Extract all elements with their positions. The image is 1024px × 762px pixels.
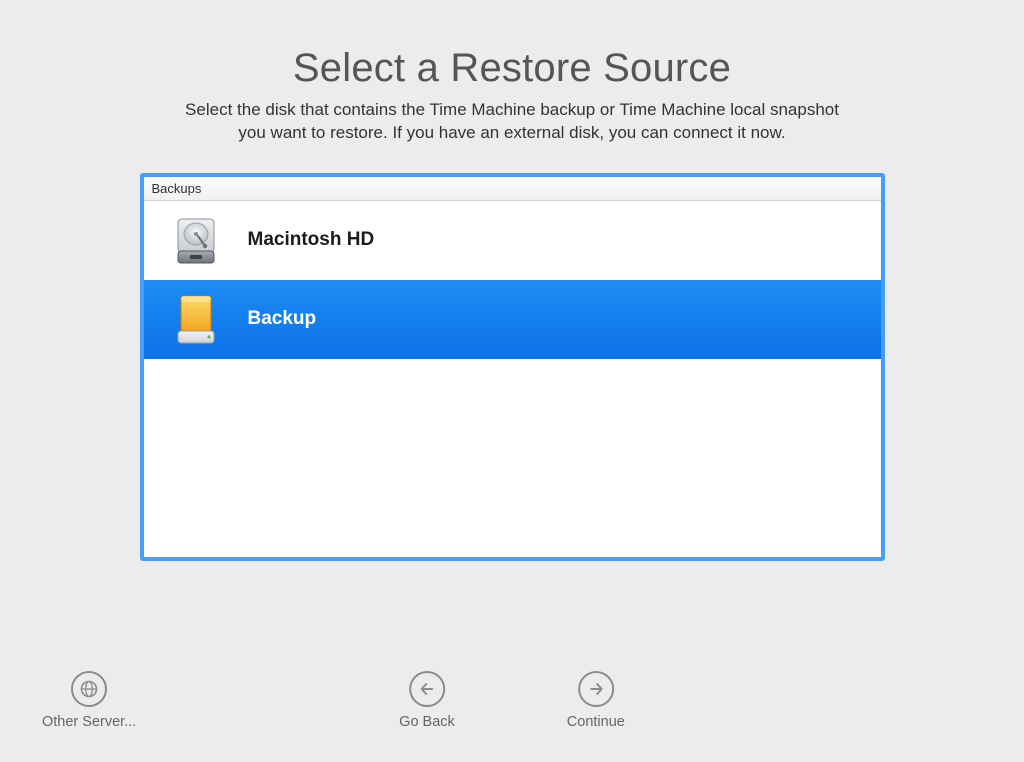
backups-listbox: Backups (140, 173, 885, 561)
restore-source-window: Select a Restore Source Select the disk … (0, 0, 1024, 762)
backup-row-label: Macintosh HD (248, 229, 375, 251)
continue-label: Continue (567, 714, 625, 730)
go-back-button[interactable]: Go Back (399, 671, 455, 730)
page-title: Select a Restore Source (293, 46, 731, 91)
arrow-left-icon (409, 671, 445, 707)
footer-actions: Other Server... Go Back (0, 671, 1024, 730)
continue-button[interactable]: Continue (567, 671, 625, 730)
other-server-button[interactable]: Other Server... (42, 671, 136, 730)
subtitle-line-2: you want to restore. If you have an exte… (238, 123, 785, 142)
go-back-label: Go Back (399, 714, 455, 730)
listbox-column-header[interactable]: Backups (144, 177, 881, 201)
network-server-icon (71, 671, 107, 707)
page-subtitle: Select the disk that contains the Time M… (185, 99, 839, 145)
subtitle-line-1: Select the disk that contains the Time M… (185, 100, 839, 119)
other-server-label: Other Server... (42, 714, 136, 730)
backup-row-backup[interactable]: Backup (144, 280, 881, 359)
arrow-right-icon (578, 671, 614, 707)
backup-row-label: Backup (248, 308, 317, 330)
backup-row-macintosh-hd[interactable]: Macintosh HD (144, 201, 881, 280)
internal-hard-drive-icon (172, 212, 220, 268)
external-hard-drive-icon (172, 291, 220, 347)
listbox-body: Macintosh HD (144, 201, 881, 557)
